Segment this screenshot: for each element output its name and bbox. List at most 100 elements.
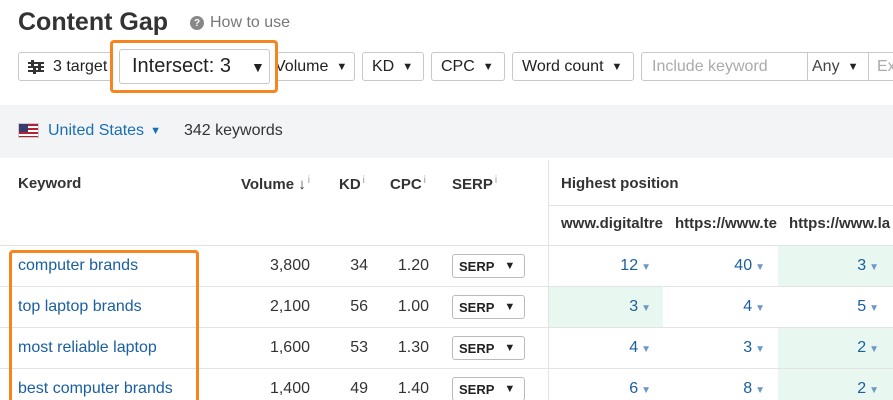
- targets-button[interactable]: 3 target: [18, 52, 114, 81]
- chevron-down-icon: ▼: [504, 383, 516, 395]
- caret-down-icon: ▼: [641, 344, 651, 355]
- help-icon: ?: [190, 16, 204, 30]
- column-divider: [548, 160, 549, 400]
- volume-value: 1,600: [269, 339, 310, 356]
- position-value[interactable]: 4 ▼: [560, 339, 651, 357]
- kd-filter-label: KD: [372, 57, 395, 75]
- intersect-label: Intersect: 3: [132, 55, 231, 77]
- site-column-header[interactable]: https://www.la: [789, 215, 893, 232]
- page-title: Content Gap: [18, 8, 168, 36]
- position-value[interactable]: 6 ▼: [560, 380, 651, 398]
- position-value[interactable]: 2 ▼: [788, 339, 879, 357]
- header-divider: [548, 205, 893, 206]
- volume-value: 2,100: [269, 298, 310, 315]
- serp-column-header[interactable]: SERP i: [452, 175, 497, 193]
- serp-header-label: SERP: [452, 176, 493, 193]
- caret-down-icon: ▼: [869, 303, 879, 314]
- row-divider: [0, 245, 893, 246]
- cpc-value: 1.00: [397, 298, 429, 315]
- word-count-filter[interactable]: Word count ▼: [512, 52, 634, 81]
- highest-position-header: Highest position: [561, 175, 679, 192]
- info-bar: United States ▼ 342 keywords: [0, 105, 893, 158]
- chevron-down-icon: ▼: [504, 342, 516, 354]
- position-value[interactable]: 3 ▼: [788, 257, 879, 275]
- sort-desc-icon: ↓: [298, 176, 306, 193]
- info-icon: i: [494, 175, 498, 186]
- position-value[interactable]: 2 ▼: [788, 380, 879, 398]
- chevron-down-icon: ▼: [482, 60, 494, 73]
- keyword-header-label: Keyword: [18, 175, 82, 192]
- info-icon: i: [423, 175, 426, 186]
- caret-down-icon: ▼: [641, 385, 651, 396]
- include-keyword-placeholder: Include keyword: [652, 57, 768, 75]
- caret-down-icon: ▼: [755, 344, 765, 355]
- position-value[interactable]: 4 ▼: [674, 298, 765, 316]
- chevron-down-icon: ▼: [847, 60, 859, 73]
- chevron-down-icon: ▼: [250, 58, 265, 75]
- targets-label: 3 target: [53, 57, 108, 75]
- kd-value: 34: [350, 257, 368, 274]
- cpc-header-label: CPC: [390, 176, 422, 193]
- cpc-value: 1.40: [397, 380, 429, 397]
- cpc-filter[interactable]: CPC ▼: [431, 52, 505, 81]
- kd-value: 49: [350, 380, 368, 397]
- kd-value: 53: [350, 339, 368, 356]
- position-value[interactable]: 8 ▼: [674, 380, 765, 398]
- cpc-value: 1.20: [397, 257, 429, 274]
- position-value[interactable]: 12 ▼: [560, 257, 651, 275]
- kd-value: 56: [350, 298, 368, 315]
- serp-label: SERP: [459, 299, 495, 315]
- serp-label: SERP: [459, 258, 495, 274]
- cpc-filter-label: CPC: [441, 57, 475, 75]
- chevron-down-icon: ▼: [611, 60, 623, 73]
- volume-header-label: Volume: [241, 176, 295, 193]
- caret-down-icon: ▼: [641, 303, 651, 314]
- volume-value: 3,800: [269, 257, 310, 274]
- serp-button[interactable]: SERP ▼: [452, 295, 525, 319]
- kd-filter[interactable]: KD ▼: [362, 52, 424, 81]
- intersect-highlight: Intersect: 3 ▼: [110, 40, 278, 93]
- chevron-down-icon: ▼: [504, 301, 516, 313]
- us-flag-icon: [18, 123, 39, 138]
- caret-down-icon: ▼: [755, 385, 765, 396]
- volume-value: 1,400: [269, 380, 310, 397]
- cpc-column-header[interactable]: CPC i: [390, 175, 426, 193]
- kd-header-label: KD: [339, 176, 361, 193]
- serp-label: SERP: [459, 340, 495, 356]
- position-value[interactable]: 40 ▼: [674, 257, 765, 275]
- caret-down-icon: ▼: [869, 344, 879, 355]
- serp-button[interactable]: SERP ▼: [452, 336, 525, 360]
- keyword-column-header[interactable]: Keyword: [18, 175, 81, 192]
- keyword-count: 342 keywords: [184, 122, 283, 139]
- info-icon: i: [307, 175, 310, 186]
- cpc-value: 1.30: [397, 339, 429, 356]
- country-selector[interactable]: United States ▼: [48, 122, 161, 140]
- caret-down-icon: ▼: [641, 262, 651, 273]
- include-match-label: Any: [812, 57, 840, 75]
- serp-button[interactable]: SERP ▼: [452, 254, 525, 278]
- position-value[interactable]: 3 ▼: [560, 298, 651, 316]
- volume-filter-label: Volume: [275, 57, 329, 75]
- how-to-use-label: How to use: [210, 14, 291, 31]
- intersect-dropdown[interactable]: Intersect: 3 ▼: [119, 49, 270, 84]
- position-value[interactable]: 3 ▼: [674, 339, 765, 357]
- serp-label: SERP: [459, 381, 495, 397]
- sliders-icon: [28, 59, 44, 74]
- exclude-keyword-input[interactable]: Ex: [868, 53, 893, 80]
- serp-button[interactable]: SERP ▼: [452, 377, 525, 400]
- include-match-select[interactable]: Any ▼: [807, 53, 859, 80]
- country-label: United States: [48, 122, 145, 139]
- chevron-down-icon: ▼: [336, 60, 348, 73]
- how-to-use-link[interactable]: ? How to use: [190, 14, 290, 32]
- volume-column-header[interactable]: Volume ↓ i: [241, 175, 310, 193]
- site-column-header[interactable]: https://www.te: [675, 215, 777, 232]
- caret-down-icon: ▼: [869, 385, 879, 396]
- chevron-down-icon: ▼: [504, 260, 516, 272]
- position-value[interactable]: 5 ▼: [788, 298, 879, 316]
- caret-down-icon: ▼: [755, 262, 765, 273]
- site-column-header[interactable]: www.digitaltre: [561, 215, 663, 232]
- caret-down-icon: ▼: [869, 262, 879, 273]
- word-count-filter-label: Word count: [522, 57, 604, 75]
- include-keyword-input[interactable]: Include keyword Any ▼ Ex: [641, 52, 893, 81]
- kd-column-header[interactable]: KD i: [339, 175, 365, 193]
